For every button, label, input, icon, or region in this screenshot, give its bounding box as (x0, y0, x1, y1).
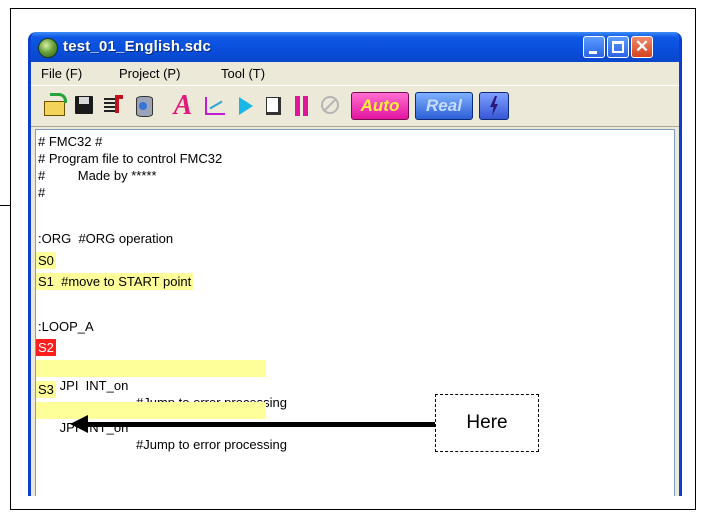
code-line: # FMC32 # (38, 134, 103, 149)
folder-shape (44, 101, 65, 116)
window-title: test_01_English.sdc (63, 38, 212, 55)
code-line: S1 #move to START point (36, 273, 194, 290)
open-arrow (50, 93, 67, 103)
code-line: S3 (36, 381, 56, 398)
close-icon: ✕ (634, 37, 650, 56)
code-line: :LOOP_A (38, 319, 94, 334)
step-page (266, 97, 281, 115)
frame-tick (0, 205, 10, 206)
pause-icon[interactable] (289, 92, 313, 120)
step-icon[interactable] (261, 92, 285, 120)
menu-tool[interactable]: Tool (T) (221, 66, 265, 81)
title-bar[interactable]: test_01_English.sdc ✕ (31, 32, 679, 62)
close-button[interactable]: ✕ (631, 36, 653, 58)
graph-icon[interactable] (201, 92, 229, 120)
menu-project[interactable]: Project (P) (119, 66, 180, 81)
code-line-current: S2 (36, 339, 56, 356)
database-face (139, 102, 147, 110)
code-line: # (38, 185, 46, 200)
code-comment: #Jump to error processing (136, 437, 288, 452)
pause-bar-right (303, 96, 308, 116)
code-line: S0 (36, 252, 56, 269)
code-line: # Program file to control FMC32 (38, 151, 223, 166)
pointer-arrow-line (86, 422, 436, 427)
play-triangle (239, 97, 253, 115)
open-icon[interactable] (41, 92, 67, 120)
code-editor[interactable]: # FMC32 # # Program file to control FMC3… (35, 129, 675, 496)
code-text: JPI INT_on (59, 378, 129, 393)
disk-label (79, 97, 89, 104)
database-icon[interactable] (131, 92, 157, 120)
real-button[interactable]: Real (415, 92, 473, 120)
export-icon[interactable] (101, 92, 127, 120)
pause-bar-left (295, 96, 300, 116)
app-icon (38, 38, 58, 58)
minimize-button[interactable] (583, 36, 605, 58)
stop-icon[interactable] (317, 92, 343, 120)
maximize-button[interactable] (607, 36, 629, 58)
menu-file[interactable]: File (F) (41, 66, 82, 81)
callout-box: Here (435, 394, 539, 452)
export-arrow (115, 95, 123, 113)
code-line: JPI INT_on #Jump to error processing (36, 360, 287, 410)
flash-bolt (490, 96, 498, 116)
minimize-icon (589, 51, 597, 54)
toolbar: A Auto Real (31, 85, 679, 127)
code-line: # Made by ***** (38, 168, 157, 183)
text-icon[interactable]: A (169, 92, 197, 120)
code-line: :ORG #ORG operation (38, 231, 174, 246)
save-icon[interactable] (71, 92, 97, 120)
play-icon[interactable] (233, 92, 257, 120)
auto-button[interactable]: Auto (351, 92, 409, 120)
maximize-icon (612, 41, 624, 53)
flash-icon[interactable] (479, 92, 509, 120)
menu-bar: File (F) Project (P) Tool (T) (31, 62, 679, 84)
